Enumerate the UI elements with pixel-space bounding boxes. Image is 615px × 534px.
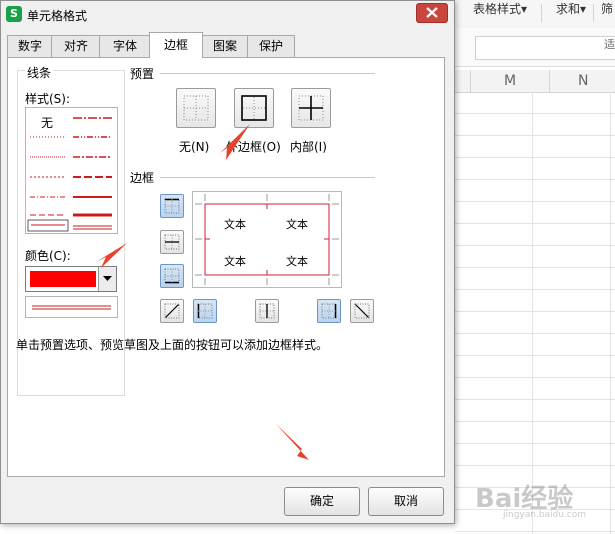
annotation-arrows [96,124,309,460]
tab-border[interactable]: 边框 [149,32,203,58]
annotation-arrow-outer [220,124,250,160]
annotation-arrow-color [96,243,127,268]
annotation-arrow-ok [276,424,309,460]
